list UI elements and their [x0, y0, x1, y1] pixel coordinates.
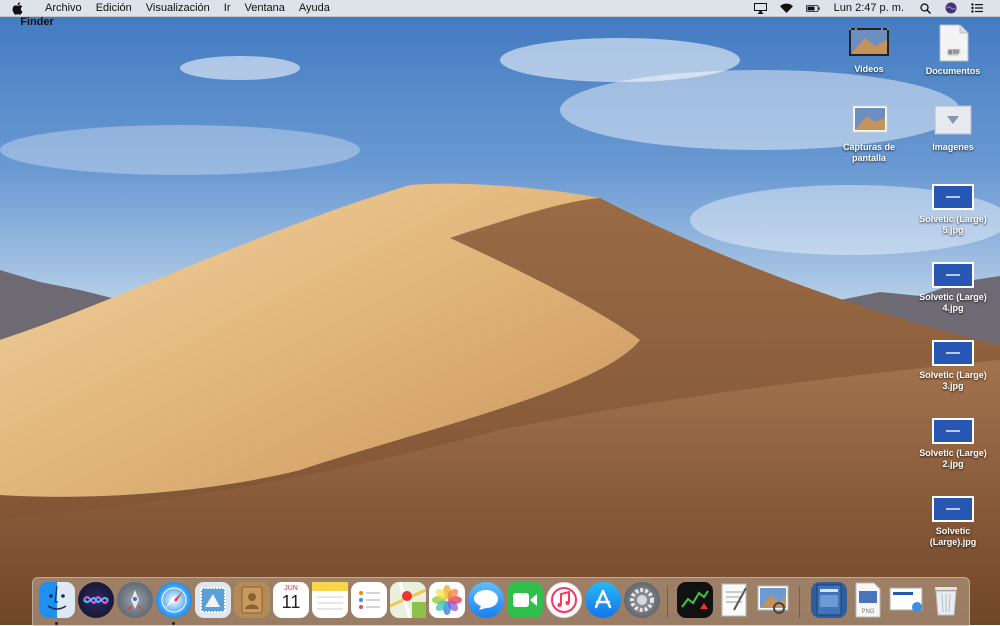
- mail-icon: [200, 587, 226, 613]
- notification-center-icon[interactable]: [970, 2, 984, 14]
- desktop-icon-documentos[interactable]: RTF Documentos: [918, 24, 988, 77]
- dock-mail[interactable]: [195, 582, 231, 618]
- dock-finder[interactable]: [39, 582, 75, 618]
- dock-facetime[interactable]: [507, 582, 543, 618]
- dock-safari[interactable]: [156, 582, 192, 618]
- dock-contacts[interactable]: [234, 582, 270, 618]
- menu-bar: Finder Archivo Edición Visualización Ir …: [0, 0, 1000, 28]
- reminders-icon: [359, 591, 380, 609]
- jpg-thumbnail-icon: [932, 184, 974, 210]
- siri-icon: [83, 596, 109, 604]
- desktop-icon-solvetic-5[interactable]: Solvetic (Large) 5.jpg: [918, 184, 988, 236]
- desktop-icon-label: Solvetic (Large) 3.jpg: [919, 370, 987, 391]
- siri-icon[interactable]: [944, 2, 958, 14]
- dock-preview[interactable]: [755, 582, 791, 618]
- desktop: [0, 0, 1000, 625]
- png-file-icon: PNG: [855, 582, 881, 618]
- dock-trash[interactable]: [928, 582, 964, 618]
- gear-icon: [630, 588, 654, 612]
- safari-icon: [161, 587, 187, 613]
- desktop-icon-label: Documentos: [925, 66, 981, 76]
- desktop-icon-solvetic-4[interactable]: Solvetic (Large) 4.jpg: [918, 262, 988, 314]
- spotlight-search-icon[interactable]: [918, 2, 932, 14]
- desktop-icon-label: Solvetic (Large).jpg: [929, 526, 977, 547]
- app-store-icon: [594, 589, 612, 609]
- airplay-icon[interactable]: [754, 2, 768, 14]
- wifi-icon[interactable]: [780, 2, 794, 14]
- dock-notes[interactable]: [312, 582, 348, 618]
- maps-icon: [390, 582, 426, 618]
- dock-siri[interactable]: [78, 582, 114, 618]
- menu-ventana[interactable]: Ventana: [238, 2, 292, 14]
- contacts-icon: [241, 586, 263, 614]
- dock-screenshot[interactable]: [889, 582, 925, 618]
- desktop-icon-label: Imagenes: [932, 142, 974, 152]
- facetime-icon: [513, 593, 537, 607]
- battery-icon[interactable]: [805, 2, 820, 14]
- dock-maps[interactable]: [390, 582, 426, 618]
- dock-system-preferences[interactable]: [624, 582, 660, 618]
- document-icon: [816, 584, 842, 616]
- notes-icon: [312, 582, 348, 610]
- menu-ayuda[interactable]: Ayuda: [292, 2, 337, 14]
- dock-launchpad[interactable]: [117, 582, 153, 618]
- dock-png-file[interactable]: PNG: [850, 582, 886, 618]
- wallpaper: [0, 38, 1000, 625]
- textedit-icon: [721, 583, 747, 617]
- dock-reminders[interactable]: [351, 582, 387, 618]
- trash-icon: [935, 587, 957, 616]
- dock-app-store[interactable]: [585, 582, 621, 618]
- dock: JUN 11 PNG: [32, 577, 970, 626]
- jpg-thumbnail-icon: [932, 496, 974, 522]
- desktop-icon-imagenes[interactable]: Imagenes: [918, 102, 988, 153]
- dock-textedit[interactable]: [716, 582, 752, 618]
- preview-icon: [757, 585, 789, 614]
- menu-edicion[interactable]: Edición: [89, 2, 139, 14]
- dock-messages[interactable]: [468, 582, 504, 618]
- desktop-icon-solvetic[interactable]: Solvetic (Large).jpg: [918, 496, 988, 548]
- dock-stocks[interactable]: [677, 582, 713, 618]
- dock-photos[interactable]: [429, 582, 465, 618]
- screenshot-folder-icon: [852, 105, 888, 133]
- desktop-icon-solvetic-3[interactable]: Solvetic (Large) 3.jpg: [918, 340, 988, 392]
- dock-itunes[interactable]: [546, 582, 582, 618]
- jpg-thumbnail-icon: [932, 262, 974, 288]
- desktop-icon-label: Videos: [854, 64, 884, 74]
- rtf-badge: RTF: [948, 50, 960, 56]
- desktop-icon-capturas[interactable]: Capturas de pantalla: [834, 102, 904, 164]
- desktop-icon-solvetic-2[interactable]: Solvetic (Large) 2.jpg: [918, 418, 988, 470]
- menu-visualizacion[interactable]: Visualización: [139, 2, 217, 14]
- launchpad-icon: [127, 590, 143, 610]
- png-badge: PNG: [861, 609, 874, 615]
- photos-icon: [432, 585, 462, 615]
- dock-document[interactable]: [811, 582, 847, 618]
- messages-icon: [474, 590, 498, 610]
- dock-calendar[interactable]: JUN 11: [273, 582, 309, 618]
- itunes-icon: [551, 587, 577, 613]
- calendar-day: 11: [281, 592, 301, 612]
- desktop-icon-videos[interactable]: Videos: [834, 24, 904, 75]
- desktop-icon-label: Solvetic (Large) 5.jpg: [919, 214, 987, 235]
- stocks-icon: [681, 590, 709, 609]
- desktop-icon-label: Solvetic (Large) 2.jpg: [919, 448, 987, 469]
- video-thumbnail-icon: [849, 28, 889, 56]
- screenshot-icon: [889, 587, 923, 612]
- dock-separator: [799, 586, 800, 618]
- menu-app-name[interactable]: Finder: [12, 4, 62, 40]
- jpg-thumbnail-icon: [932, 418, 974, 444]
- desktop-icon-label: Capturas de pantalla: [842, 142, 895, 163]
- desktop-icon-label: Solvetic (Large) 4.jpg: [919, 292, 987, 313]
- menubar-clock[interactable]: Lun 2:47 p. m.: [834, 2, 904, 14]
- finder-icon: [47, 585, 67, 610]
- calendar-month: JUN: [284, 585, 298, 592]
- image-folder-icon: [934, 105, 972, 135]
- dock-separator: [667, 586, 668, 618]
- jpg-thumbnail-icon: [932, 340, 974, 366]
- menu-ir[interactable]: Ir: [217, 2, 238, 14]
- rtf-document-icon: RTF: [939, 24, 969, 62]
